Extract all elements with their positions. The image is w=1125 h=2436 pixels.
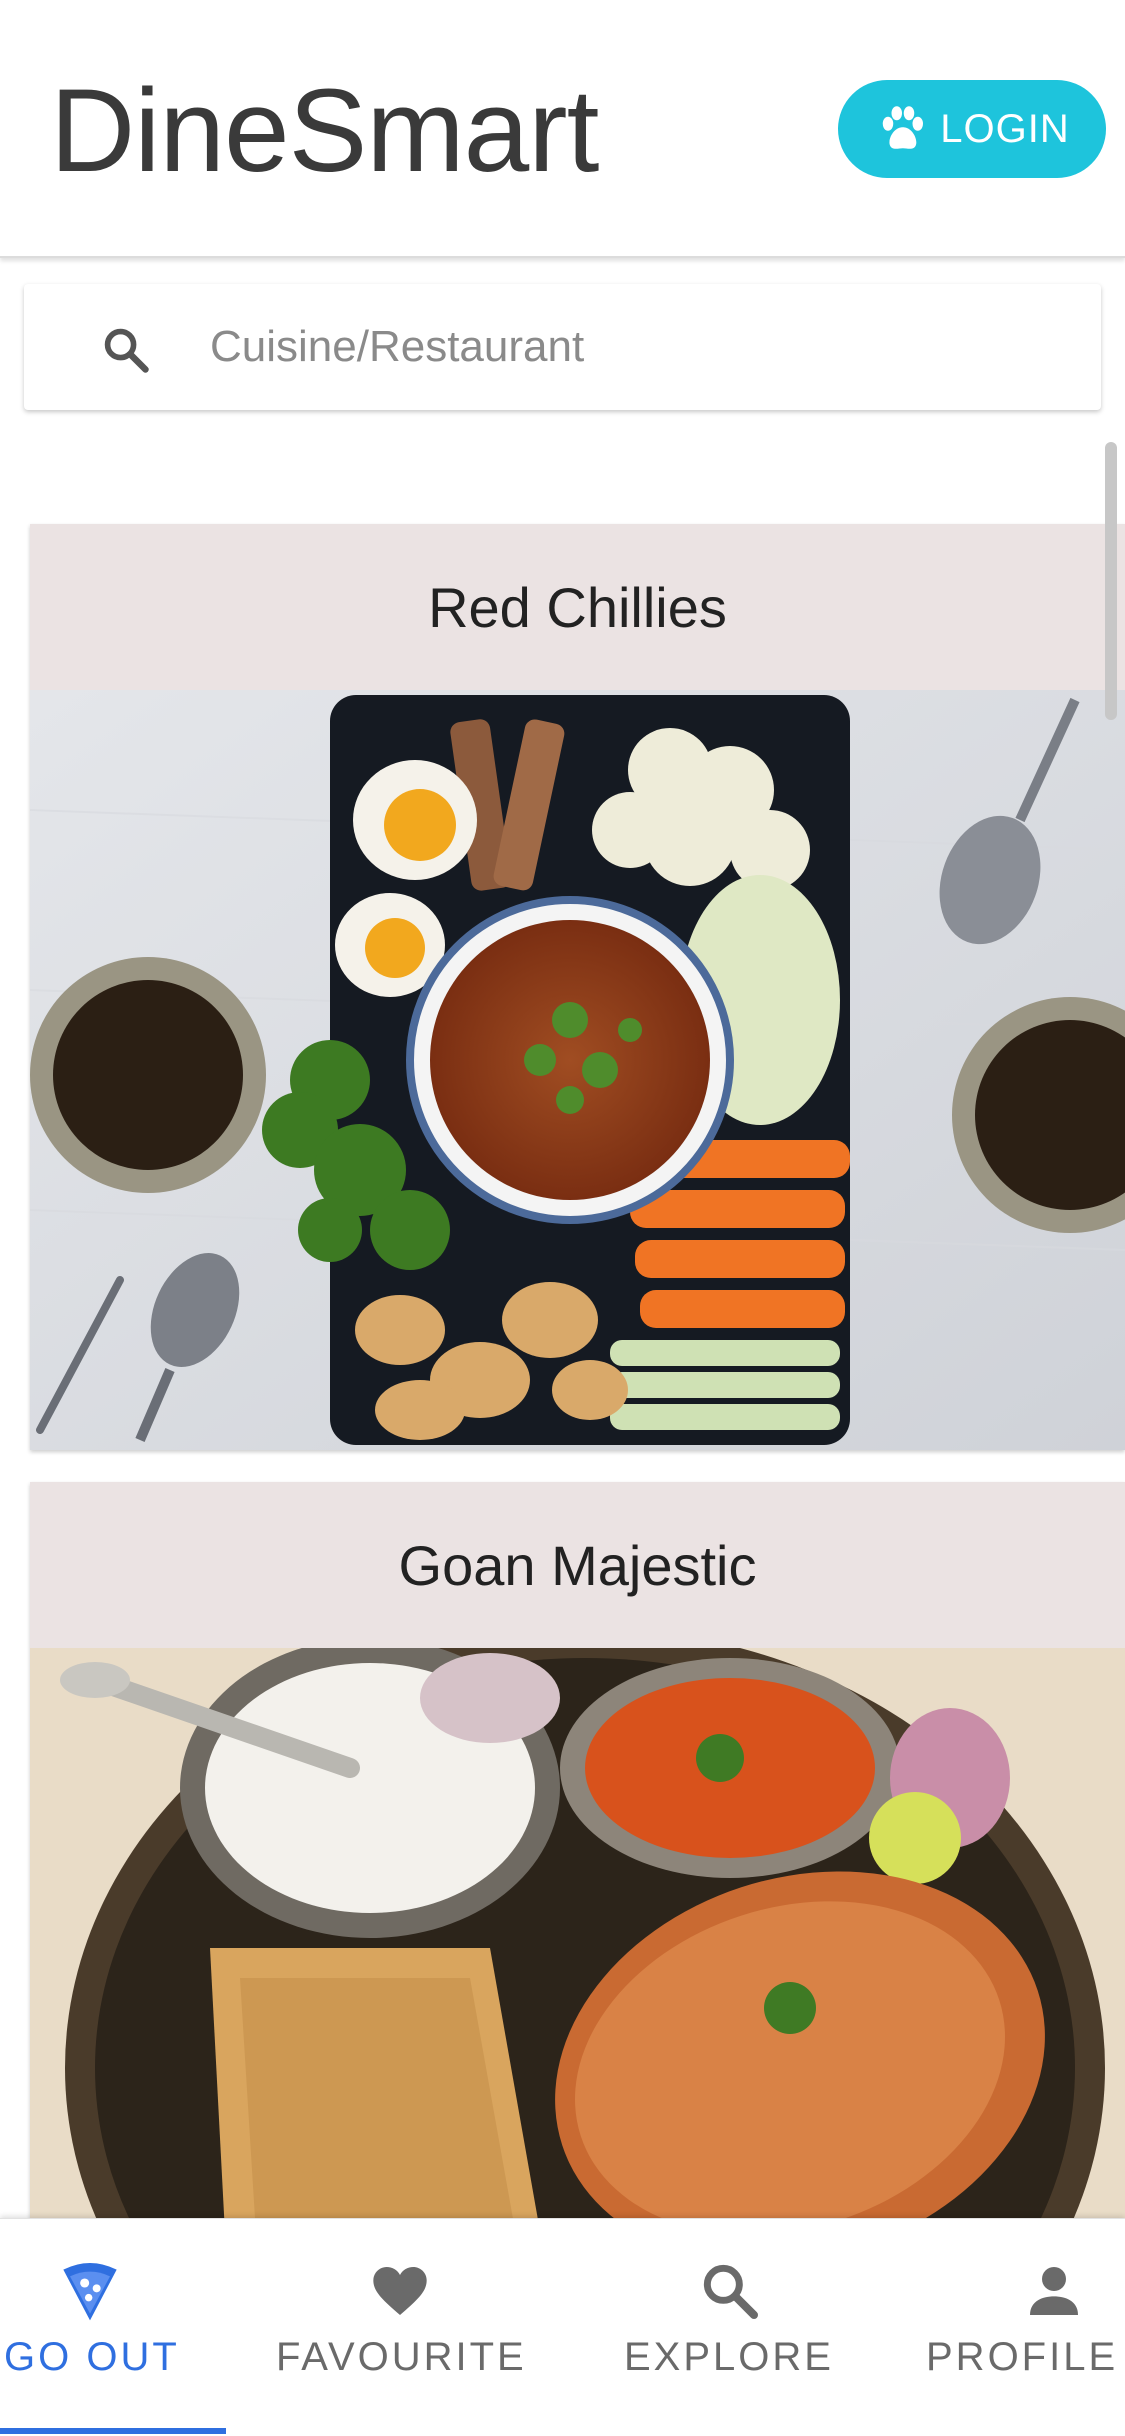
nav-go-out[interactable]: GO OUT bbox=[0, 2219, 226, 2436]
nav-label: FAVOURITE bbox=[276, 2335, 527, 2379]
pizza-slice-icon bbox=[63, 2263, 117, 2321]
paw-icon bbox=[883, 106, 924, 149]
search-bar[interactable] bbox=[24, 284, 1101, 410]
nav-label: PROFILE bbox=[926, 2335, 1119, 2379]
nav-label: EXPLORE bbox=[624, 2335, 834, 2379]
food-platter-photo[interactable] bbox=[30, 690, 1125, 1450]
app-title: DineSmart bbox=[50, 65, 599, 197]
app-header: DineSmart LOGIN bbox=[0, 0, 1125, 258]
restaurant-name: Red Chillies bbox=[30, 524, 1125, 690]
active-tab-indicator bbox=[0, 2428, 226, 2434]
search-input[interactable] bbox=[210, 312, 1070, 382]
bottom-navigation: GO OUT FAVOURITE EXPLORE PROFILE bbox=[0, 2218, 1125, 2436]
person-icon bbox=[1030, 2267, 1078, 2315]
search-icon bbox=[104, 328, 149, 373]
login-label: LOGIN bbox=[940, 106, 1070, 151]
nav-explore[interactable]: EXPLORE bbox=[610, 2219, 840, 2436]
heart-icon bbox=[373, 2267, 427, 2315]
search-icon bbox=[703, 2264, 758, 2319]
restaurant-card[interactable]: Red Chillies bbox=[30, 524, 1125, 1450]
nav-favourite[interactable]: FAVOURITE bbox=[260, 2219, 540, 2436]
app-root: DineSmart LOGIN Red Chillies bbox=[0, 0, 1125, 2436]
scrollbar[interactable] bbox=[1105, 442, 1117, 720]
login-button[interactable]: LOGIN bbox=[838, 80, 1106, 178]
restaurant-name: Goan Majestic bbox=[30, 1482, 1125, 1648]
nav-profile[interactable]: PROFILE bbox=[912, 2219, 1125, 2436]
nav-label: GO OUT bbox=[4, 2335, 180, 2379]
